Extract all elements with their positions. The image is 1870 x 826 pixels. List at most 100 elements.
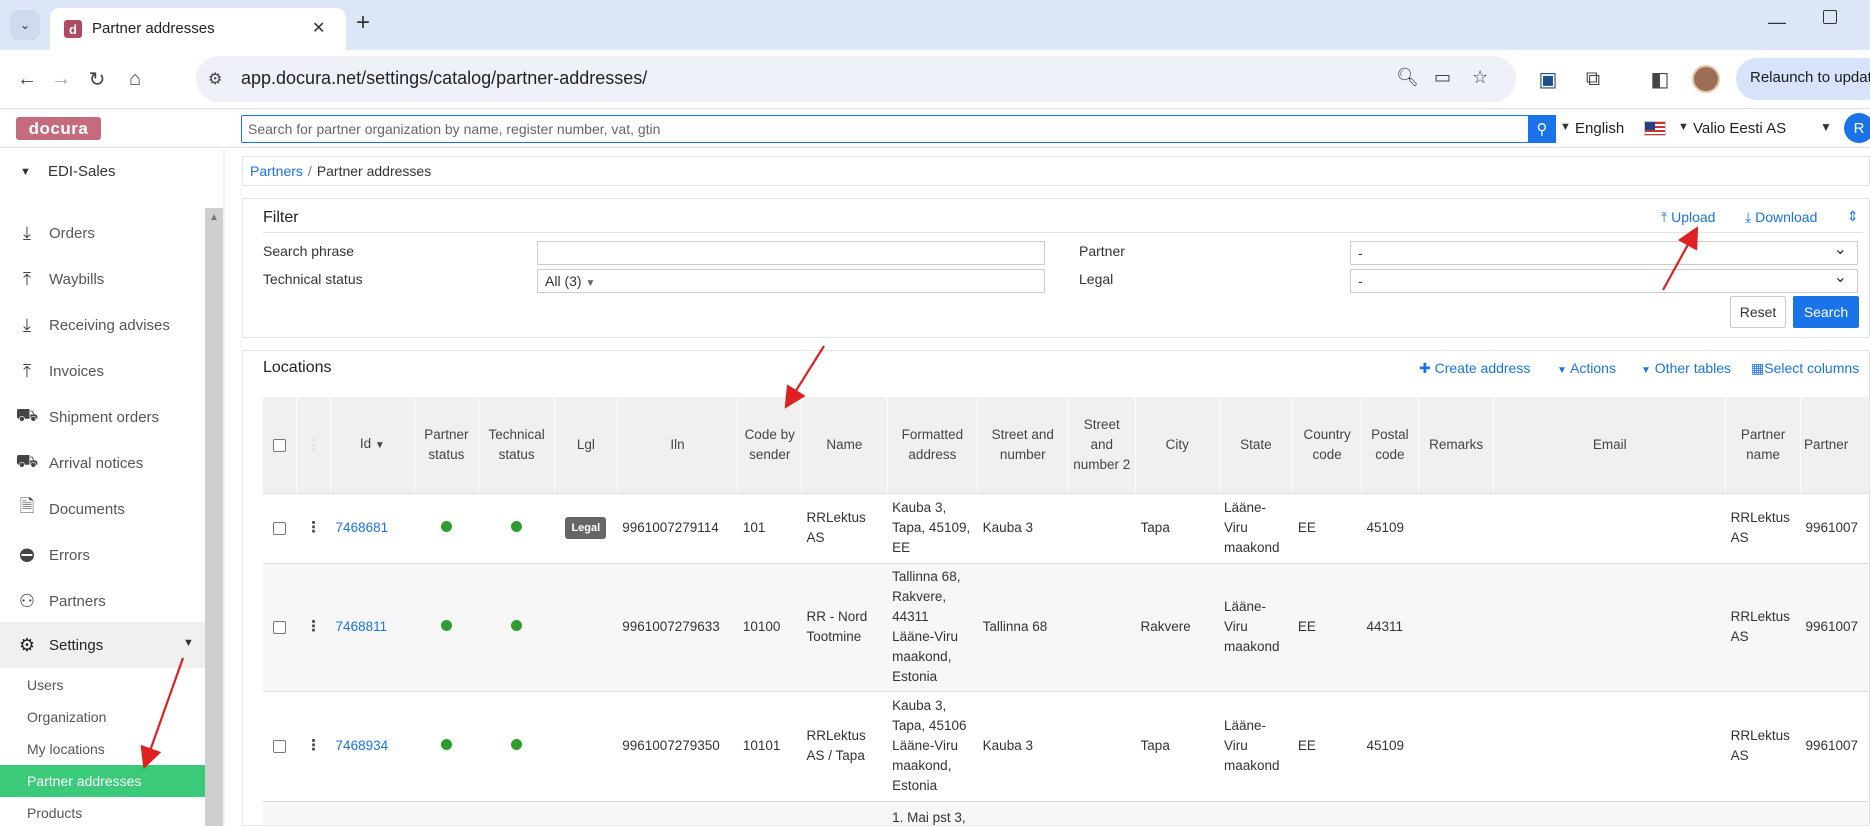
actions-dropdown[interactable]: ▼ Actions: [1557, 360, 1616, 376]
sidebar-scrollbar[interactable]: [205, 208, 223, 826]
caret-down-icon[interactable]: ▼: [20, 166, 31, 178]
column-header-email[interactable]: Email: [1493, 397, 1727, 494]
row-checkbox[interactable]: [273, 739, 287, 753]
close-icon[interactable]: ✕: [312, 18, 325, 38]
card-icon[interactable]: ▭: [1434, 67, 1451, 88]
legal-select[interactable]: -: [1350, 267, 1858, 293]
cell-id[interactable]: [330, 801, 415, 825]
caret-down-icon[interactable]: ▼: [1560, 121, 1571, 133]
search-phrase-input[interactable]: [537, 241, 1045, 265]
column-header-state[interactable]: State: [1219, 397, 1294, 494]
browser-tab[interactable]: d Partner addresses ✕: [50, 8, 346, 50]
profile-avatar[interactable]: [1692, 65, 1720, 93]
bookmark-star-icon[interactable]: ☆: [1472, 67, 1488, 88]
row-checkbox-cell[interactable]: [263, 493, 297, 564]
caret-down-icon[interactable]: ▼: [1678, 121, 1689, 133]
column-header-country-code[interactable]: Country code: [1292, 397, 1362, 494]
cell-id[interactable]: 7468681: [330, 493, 415, 564]
column-header-name[interactable]: Name: [801, 397, 888, 494]
reload-icon[interactable]: ↻: [82, 64, 112, 94]
tab-search-button[interactable]: ⌄: [10, 10, 40, 40]
row-menu[interactable]: [296, 801, 331, 825]
zoom-icon[interactable]: 🔍︎: [1396, 67, 1419, 88]
select-all-checkbox[interactable]: [273, 438, 287, 452]
row-checkbox-cell[interactable]: [263, 563, 297, 692]
id-link[interactable]: 7468681: [336, 520, 389, 535]
extension-icon[interactable]: ▣: [1533, 64, 1563, 94]
row-menu[interactable]: ⋮: [296, 563, 331, 692]
column-header-partner-status[interactable]: Partner status: [414, 397, 480, 494]
column-header-formatted-address[interactable]: Formatted address: [887, 397, 979, 494]
column-header-postal-code[interactable]: Postal code: [1361, 397, 1419, 494]
sidebar-item-arrival-notices[interactable]: ⛟ Arrival notices: [0, 443, 205, 483]
select-all-checkbox-cell[interactable]: [263, 397, 298, 494]
cell-id[interactable]: 7468934: [330, 691, 415, 802]
upload-link[interactable]: ⤒ Upload: [1661, 209, 1715, 226]
select-columns-button[interactable]: ▦Select columns: [1751, 360, 1859, 377]
side-panel-icon[interactable]: ◧: [1645, 64, 1675, 94]
organization-selector[interactable]: Valio Eesti AS: [1693, 120, 1786, 137]
row-checkbox-cell[interactable]: [263, 691, 297, 802]
sidebar-subitem-organization[interactable]: Organization: [0, 701, 205, 733]
sidebar-item-shipment-orders[interactable]: ⛟ Shipment orders: [0, 397, 205, 437]
breadcrumb-partners-link[interactable]: Partners: [250, 163, 303, 179]
kebab-icon[interactable]: ⋮: [306, 519, 321, 536]
scroll-up-icon[interactable]: ▲: [205, 212, 223, 224]
sidebar-item-documents[interactable]: 🗎︎ Documents: [0, 489, 205, 529]
sidebar-subitem-partner-addresses[interactable]: Partner addresses: [0, 765, 205, 797]
technical-status-select[interactable]: All (3) ▼: [537, 269, 1045, 293]
back-arrow-icon[interactable]: ←: [12, 64, 42, 94]
partner-search-input[interactable]: [241, 115, 1529, 143]
forward-arrow-icon[interactable]: →: [46, 64, 76, 94]
sidebar-item-partners[interactable]: ⚇ Partners: [0, 581, 205, 621]
sidebar-item-receiving-advises[interactable]: ⤓ Receiving advises: [0, 305, 205, 345]
column-header-lgl[interactable]: Lgl: [554, 397, 618, 494]
site-info-icon[interactable]: ⚙: [208, 69, 222, 89]
language-selector[interactable]: English: [1575, 120, 1624, 137]
relaunch-button[interactable]: Relaunch to update: [1736, 58, 1870, 100]
other-tables-dropdown[interactable]: ▼ Other tables: [1641, 360, 1731, 376]
sidebar-item-waybills[interactable]: ⤒ Waybills: [0, 259, 205, 299]
search-button[interactable]: Search: [1793, 296, 1859, 328]
minimize-icon[interactable]: —: [1768, 12, 1786, 33]
row-checkbox[interactable]: [273, 521, 287, 535]
column-header-city[interactable]: City: [1135, 397, 1220, 494]
column-header-partner-name[interactable]: Partner name: [1725, 397, 1801, 494]
column-header-street-2[interactable]: Street and number 2: [1067, 397, 1137, 494]
puzzle-icon[interactable]: ⧉: [1578, 64, 1608, 94]
create-address-button[interactable]: ✚ Create address: [1419, 360, 1530, 377]
column-header-iln[interactable]: Iln: [617, 397, 739, 494]
module-selector[interactable]: EDI-Sales: [48, 163, 116, 180]
user-avatar[interactable]: R: [1844, 113, 1870, 143]
sidebar-item-orders[interactable]: ⤓ Orders: [0, 213, 205, 253]
kebab-icon[interactable]: ⋮: [306, 618, 321, 635]
url-text[interactable]: app.docura.net/settings/catalog/partner-…: [241, 68, 647, 89]
sort-updown-icon[interactable]: ⇕: [1847, 208, 1859, 225]
kebab-icon[interactable]: ⋮: [306, 737, 321, 754]
row-menu[interactable]: ⋮: [296, 691, 331, 802]
id-link[interactable]: 7468934: [336, 738, 389, 753]
download-link[interactable]: ⤓ Download: [1745, 209, 1817, 226]
sidebar-subitem-my-locations[interactable]: My locations: [0, 733, 205, 765]
column-header-id[interactable]: Id ▼: [330, 397, 415, 494]
sidebar-subitem-users[interactable]: Users: [0, 669, 205, 701]
row-checkbox-cell[interactable]: [263, 801, 297, 825]
id-link[interactable]: 7468811: [336, 619, 388, 634]
sidebar-item-invoices[interactable]: ⤒ Invoices: [0, 351, 205, 391]
cell-id[interactable]: 7468811: [330, 563, 415, 692]
partner-select[interactable]: -: [1350, 239, 1858, 265]
docura-logo[interactable]: docura: [16, 117, 101, 140]
column-header-technical-status[interactable]: Technical status: [478, 397, 555, 494]
column-header-partner[interactable]: Partner: [1800, 397, 1869, 494]
sidebar-item-settings[interactable]: ⚙ Settings: [0, 622, 205, 668]
sidebar-subitem-products[interactable]: Products: [0, 797, 205, 826]
new-tab-button[interactable]: +: [356, 11, 370, 35]
column-header-street[interactable]: Street and number: [977, 397, 1069, 494]
reset-button[interactable]: Reset: [1730, 296, 1786, 328]
address-bar[interactable]: ⚙ app.docura.net/settings/catalog/partne…: [196, 56, 1516, 102]
home-icon[interactable]: ⌂: [120, 64, 150, 94]
caret-down-icon[interactable]: ▼: [183, 637, 194, 649]
caret-down-icon[interactable]: ▼: [1820, 120, 1832, 134]
sidebar-item-errors[interactable]: ⛔︎ Errors: [0, 535, 205, 575]
column-header-remarks[interactable]: Remarks: [1418, 397, 1495, 494]
